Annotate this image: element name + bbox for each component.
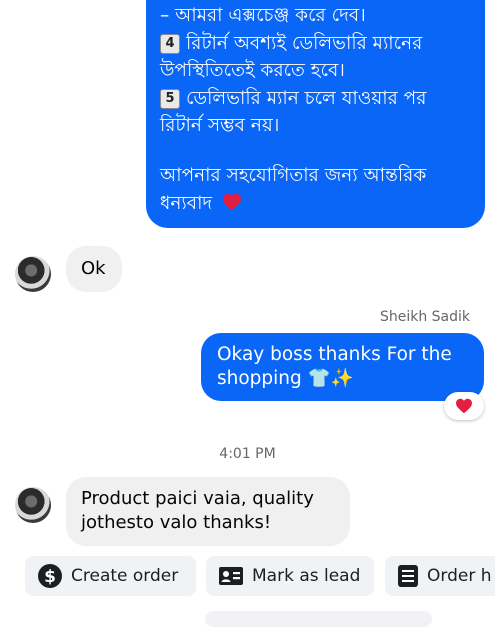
- heart-icon: [456, 398, 472, 414]
- contact-avatar[interactable]: [15, 256, 51, 292]
- mark-as-lead-button[interactable]: Mark as lead: [206, 556, 374, 596]
- message-text-line1: Okay boss thanks For the: [217, 344, 452, 365]
- contact-avatar[interactable]: [15, 487, 51, 523]
- message-text-line2: jothesto valo thanks!: [81, 512, 272, 533]
- order-history-label: Order h: [427, 566, 492, 586]
- message-line: উপস্থিতিতেই করতে হবে।: [160, 60, 345, 81]
- heart-reaction[interactable]: [444, 392, 484, 420]
- keycap-4-icon: 4: [160, 34, 180, 54]
- message-line-thanks: ধন্যবাদ: [160, 192, 242, 216]
- tshirt-sparkles-emoji: 👕✨: [307, 368, 354, 389]
- message-line-4: 4 রিটার্ন অবশ্যই ডেলিভারি ম্যানের: [160, 32, 422, 56]
- message-line: আপনার সহযোগিতার জন্য আন্তরিক: [160, 165, 427, 186]
- timestamp: 4:01 PM: [219, 446, 276, 462]
- message-text: Ok: [81, 258, 106, 279]
- message-line-5: 5 ডেলিভারি ম্যান চলে যাওয়ার পর: [160, 87, 426, 111]
- receipt-list-icon: [397, 564, 419, 588]
- sender-name: Sheikh Sadik: [379, 309, 470, 325]
- outgoing-message-bubble[interactable]: Okay boss thanks For the shopping 👕✨: [201, 333, 484, 401]
- message-line: রিটার্ন সম্ভব নয়।: [160, 115, 280, 136]
- message-line: – আমরা এক্সচেঞ্জ করে দেব।: [160, 5, 366, 26]
- dollar-circle-icon: $: [37, 563, 63, 589]
- incoming-message-bubble[interactable]: Ok: [66, 246, 122, 292]
- keycap-5-icon: 5: [160, 89, 180, 109]
- svg-text:$: $: [44, 567, 56, 587]
- outgoing-message-bubble[interactable]: – আমরা এক্সচেঞ্জ করে দেব। 4 রিটার্ন অবশ্য…: [146, 0, 485, 228]
- heart-icon: [223, 193, 242, 211]
- message-text-line1: Product paici vaia, quality: [81, 488, 314, 509]
- create-order-label: Create order: [71, 566, 179, 586]
- order-history-button[interactable]: Order h: [385, 556, 495, 596]
- mark-as-lead-label: Mark as lead: [252, 566, 361, 586]
- message-text-line2: shopping 👕✨: [217, 368, 354, 389]
- incoming-message-bubble[interactable]: Product paici vaia, quality jothesto val…: [66, 477, 350, 546]
- create-order-button[interactable]: $ Create order: [25, 556, 196, 596]
- message-input-edge[interactable]: [205, 611, 432, 627]
- contact-card-icon: [218, 566, 244, 586]
